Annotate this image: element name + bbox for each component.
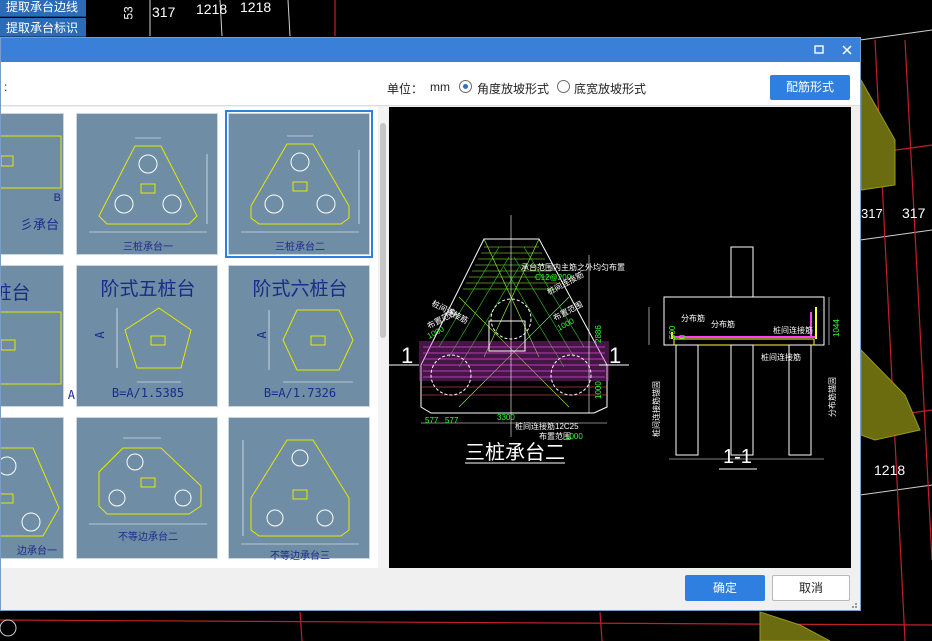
annotation-text: 2886 bbox=[594, 325, 603, 343]
tile-three-pile-cap-2[interactable]: 三桩承台二 bbox=[225, 110, 373, 258]
close-icon[interactable] bbox=[835, 38, 859, 62]
partial-text: 53 bbox=[121, 6, 136, 20]
annotation-text: 577 bbox=[445, 416, 459, 425]
section-mark: 1 bbox=[609, 343, 621, 368]
tile-three-pile-cap-1[interactable]: 三桩承台一 bbox=[76, 113, 218, 255]
tile-side-label: A bbox=[93, 331, 107, 339]
rebar-form-button[interactable]: 配筋形式 bbox=[770, 75, 850, 100]
cancel-button[interactable]: 取消 bbox=[772, 575, 850, 601]
tile-caption: B=A/1.7326 bbox=[263, 386, 337, 400]
dim-text: 317 bbox=[861, 206, 883, 221]
angle-slope-label[interactable]: 角度放坡形式 bbox=[477, 80, 549, 97]
scrollbar-thumb[interactable] bbox=[380, 123, 386, 338]
annotation-text: 桩间连接筋 bbox=[773, 325, 813, 335]
width-slope-radio[interactable] bbox=[557, 80, 570, 93]
dialog-toolbar: : 单位： mm 角度放坡形式 底宽放坡形式 配筋形式 bbox=[1, 62, 860, 106]
preview-canvas: 承台范围内主筋之外均匀布置 C12@200 桩间连接筋 布置范围 1000 桩间… bbox=[389, 107, 851, 568]
annotation-text: 桩间连接筋 bbox=[761, 352, 801, 362]
annotation-text: 桩间连接筋12C25 bbox=[515, 421, 579, 431]
dim-text: 317 bbox=[902, 205, 926, 221]
tile-rect-cap[interactable]: B 彡承台 bbox=[1, 113, 64, 255]
tile-caption: 边承台一 bbox=[17, 546, 57, 557]
annotation-text: 1000 bbox=[565, 432, 583, 441]
annotation-text: 3300 bbox=[497, 413, 515, 422]
tile-unequal-cap-3[interactable]: 不等边承台三 bbox=[228, 417, 370, 562]
dim-text: 1218 bbox=[240, 0, 272, 15]
ok-button[interactable]: 确定 bbox=[685, 575, 765, 601]
tile-caption: 不等边承台二 bbox=[118, 532, 178, 543]
preview-caption-main: 三桩承台二 bbox=[465, 441, 565, 464]
tile-unequal-cap-1[interactable]: 边承台一 bbox=[1, 417, 64, 559]
tile-caption: B=A/1.5385 bbox=[111, 386, 185, 400]
tile-caption: 彡承台 bbox=[19, 217, 59, 232]
tile-four-pile-cap[interactable]: 可桩台 A bbox=[1, 265, 75, 407]
annotation-text: 桩间连接筋锚固 bbox=[651, 381, 661, 437]
gallery-scrollbar[interactable] bbox=[378, 107, 388, 568]
tile-caption: 三桩承台一 bbox=[123, 242, 173, 253]
section-mark: 1 bbox=[401, 343, 413, 368]
annotation-text: 分布筋 bbox=[681, 313, 705, 323]
preview-caption-section: 1-1 bbox=[723, 446, 752, 468]
annotation-text: 1044 bbox=[832, 319, 841, 337]
annotation-text: 1000 bbox=[594, 381, 603, 399]
tile-title: 可桩台 bbox=[1, 282, 31, 304]
tile-edge-label: B bbox=[53, 192, 61, 204]
tile-caption: 三桩承台二 bbox=[275, 242, 325, 253]
resize-grip-icon[interactable] bbox=[848, 599, 858, 609]
dim-text: 317 bbox=[152, 4, 176, 20]
extract-cap-label-button[interactable]: 提取承台标识 bbox=[0, 18, 86, 37]
cap-type-dialog: : 单位： mm 角度放坡形式 底宽放坡形式 配筋形式 B 彡承台 三桩承台一 bbox=[0, 37, 861, 611]
angle-slope-radio[interactable] bbox=[459, 80, 472, 93]
unit-label: 单位： bbox=[387, 82, 424, 96]
extract-cap-edge-button[interactable]: 提取承台边线 bbox=[0, 0, 86, 17]
tile-step-six-pile-cap[interactable]: 阶式六桩台 A B=A/1.7326 bbox=[228, 265, 370, 407]
dialog-title-bar[interactable] bbox=[1, 38, 860, 62]
width-slope-label[interactable]: 底宽放坡形式 bbox=[574, 80, 646, 97]
plan-hatching bbox=[389, 215, 629, 437]
annotation-text: 承台范围内主筋之外均匀布置 bbox=[521, 262, 625, 272]
dim-text: 1218 bbox=[196, 1, 228, 17]
tile-caption: A bbox=[67, 388, 75, 402]
unit-value: mm bbox=[430, 80, 450, 94]
tile-caption: 不等边承台三 bbox=[270, 551, 330, 562]
cap-type-gallery: B 彡承台 三桩承台一 三桩承台二 桩台 A 阶式五桩台 A B=A/1.538… bbox=[1, 107, 378, 568]
maximize-icon[interactable] bbox=[807, 38, 831, 62]
annotation-text: 分布筋 bbox=[711, 319, 735, 329]
tile-title: 阶式六桩台 bbox=[252, 278, 348, 300]
annotation-text: 577 bbox=[425, 416, 439, 425]
annotation-text: 500 bbox=[668, 325, 677, 339]
tile-side-label: A bbox=[255, 331, 269, 339]
annotation-text: 0 bbox=[678, 334, 687, 339]
toolbar-left-text: : bbox=[4, 80, 8, 94]
annotation-text: 分布筋锚固 bbox=[827, 377, 837, 417]
dim-text: 1218 bbox=[874, 462, 906, 478]
tile-step-five-pile-cap[interactable]: 阶式五桩台 A B=A/1.5385 bbox=[76, 265, 218, 407]
tile-unequal-cap-2[interactable]: 不等边承台二 bbox=[76, 417, 218, 559]
section-view bbox=[648, 246, 830, 460]
